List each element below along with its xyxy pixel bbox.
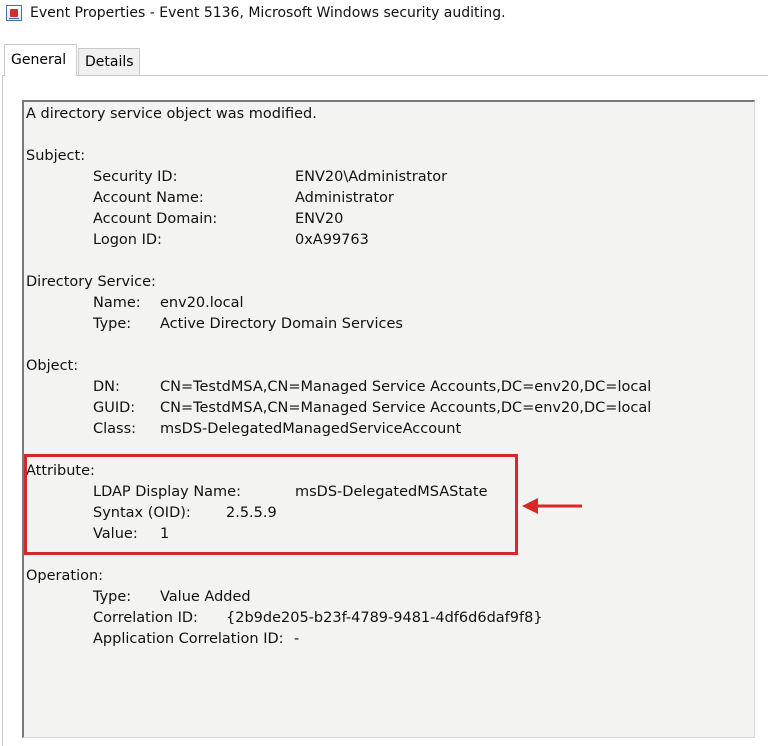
- ds-name-label: Name:: [93, 295, 141, 311]
- ds-type-label: Type:: [93, 316, 132, 332]
- account-name-label: Account Name:: [93, 190, 204, 206]
- object-guid-label: GUID:: [93, 400, 136, 416]
- tab-general[interactable]: General: [4, 44, 77, 76]
- tab-general-label: General: [11, 52, 67, 68]
- object-dn-label: DN:: [93, 379, 120, 395]
- app-correlation-id-label: Application Correlation ID:: [93, 631, 284, 647]
- object-heading: Object:: [26, 358, 79, 374]
- logon-id-value: 0xA99763: [295, 232, 369, 248]
- logon-id-label: Logon ID:: [93, 232, 162, 248]
- operation-type-value: Value Added: [160, 589, 251, 605]
- event-viewer-icon: [6, 5, 22, 21]
- window-title: Event Properties - Event 5136, Microsoft…: [30, 5, 506, 21]
- operation-heading: Operation:: [26, 568, 104, 584]
- subject-heading: Subject:: [26, 148, 86, 164]
- ds-type-value: Active Directory Domain Services: [160, 316, 403, 332]
- security-id-label: Security ID:: [93, 169, 178, 185]
- directory-service-heading: Directory Service:: [26, 274, 156, 290]
- security-id-value: ENV20\Administrator: [295, 169, 448, 185]
- ds-name-value: env20.local: [160, 295, 244, 311]
- attribute-highlight-box: [24, 454, 518, 555]
- app-correlation-id-value: -: [294, 631, 300, 647]
- object-dn-value: CN=TestdMSA,CN=Managed Service Accounts,…: [160, 379, 652, 395]
- event-summary: A directory service object was modified.: [26, 106, 317, 122]
- correlation-id-value: {2b9de205-b23f-4789-9481-4df6d6daf9f8}: [226, 610, 543, 626]
- tab-details[interactable]: Details: [78, 48, 140, 76]
- annotation-arrow-icon: [522, 498, 582, 514]
- correlation-id-label: Correlation ID:: [93, 610, 198, 626]
- object-guid-value: CN=TestdMSA,CN=Managed Service Accounts,…: [160, 400, 652, 416]
- account-domain-label: Account Domain:: [93, 211, 218, 227]
- tab-details-label: Details: [85, 54, 134, 70]
- object-class-value: msDS-DelegatedManagedServiceAccount: [160, 421, 462, 437]
- operation-type-label: Type:: [93, 589, 132, 605]
- title-bar: Event Properties - Event 5136, Microsoft…: [0, 0, 768, 30]
- account-domain-value: ENV20: [295, 211, 344, 227]
- tab-strip: General Details: [0, 44, 768, 76]
- object-class-label: Class:: [93, 421, 137, 437]
- account-name-value: Administrator: [295, 190, 394, 206]
